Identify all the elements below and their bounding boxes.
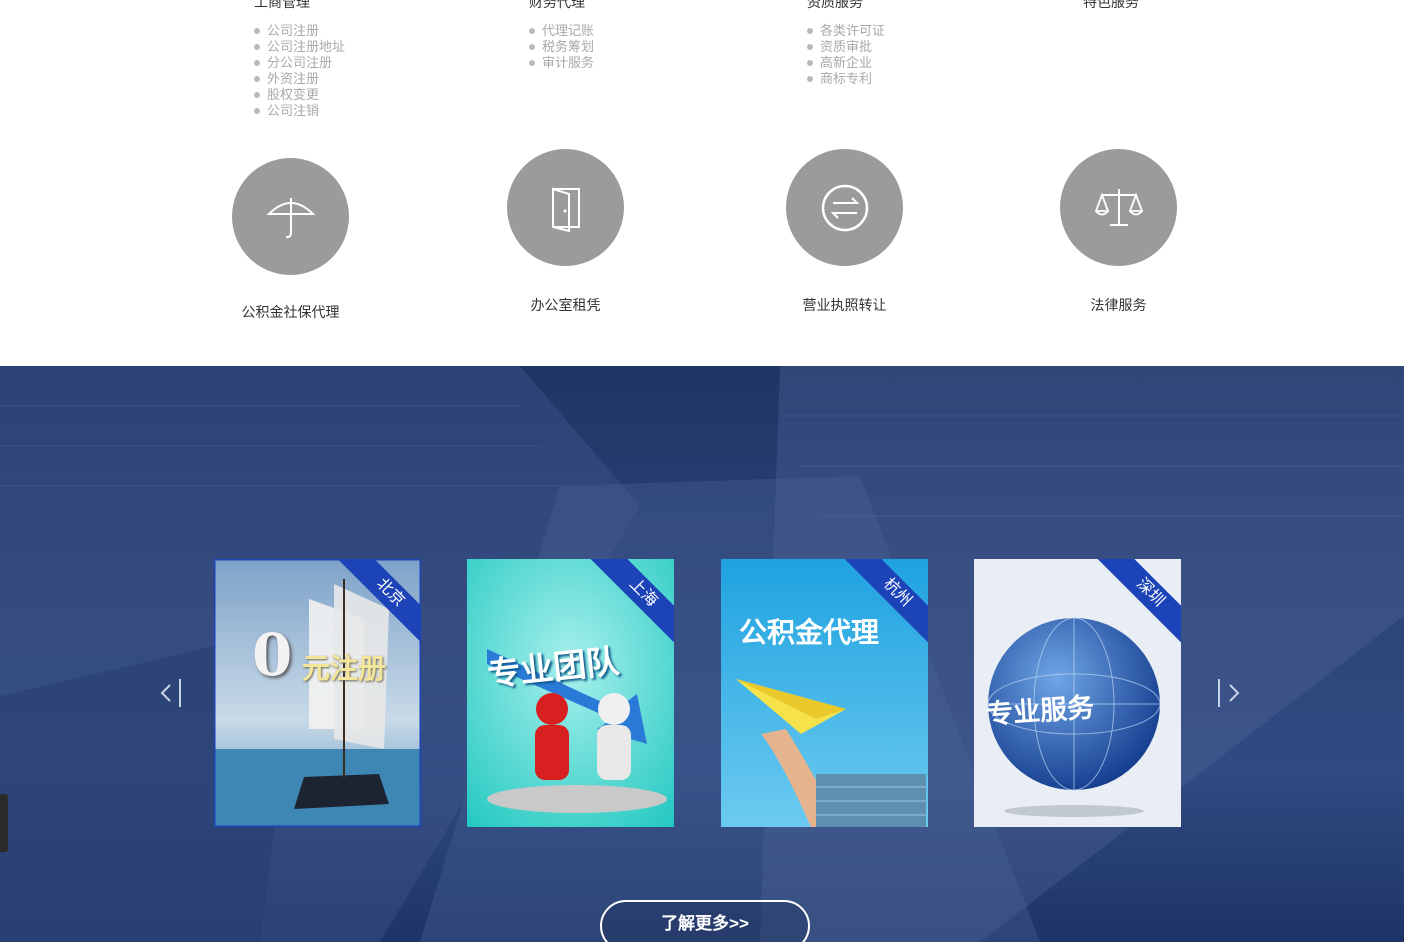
service-circle[interactable]	[786, 149, 903, 266]
card-headline-zero: 0	[252, 621, 293, 689]
city-banner: 0 元注册 北京 专业团队 上海 公积金代理 杭州 专业服务 深圳 了解更多>>	[0, 366, 1404, 942]
service-label[interactable]: 法律服务	[1030, 295, 1207, 315]
list-item[interactable]: 外资注册	[254, 71, 345, 87]
list-item[interactable]: 公司注册	[254, 23, 345, 39]
next-arrow-icon[interactable]	[1216, 675, 1244, 711]
prev-arrow-icon[interactable]	[158, 675, 186, 711]
list-item[interactable]: 税务筹划	[529, 39, 594, 55]
list-item[interactable]: 高新企业	[807, 55, 885, 71]
column-list: 公司注册 公司注册地址 分公司注册 外资注册 股权变更 公司注销	[254, 23, 345, 119]
service-label[interactable]: 营业执照转让	[756, 295, 933, 315]
service-social-insurance[interactable]: 公积金社保代理	[232, 158, 349, 320]
services-section: 工商管理 公司注册 公司注册地址 分公司注册 外资注册 股权变更 公司注销 财务…	[0, 0, 1404, 366]
exchange-arrows-icon	[821, 184, 868, 231]
service-circle[interactable]	[232, 158, 349, 275]
list-item[interactable]: 代理记账	[529, 23, 594, 39]
service-license-transfer[interactable]: 营业执照转让	[786, 149, 903, 313]
list-item[interactable]: 各类许可证	[807, 23, 885, 39]
card-headline: 公积金代理	[739, 616, 880, 649]
service-legal[interactable]: 法律服务	[1060, 149, 1177, 313]
city-card-hangzhou[interactable]: 公积金代理 杭州	[721, 559, 928, 827]
service-circle[interactable]	[1060, 149, 1177, 266]
side-float-widget[interactable]	[0, 794, 8, 852]
list-item[interactable]: 分公司注册	[254, 55, 345, 71]
list-item[interactable]: 股权变更	[254, 87, 345, 103]
list-item[interactable]: 公司注册地址	[254, 39, 345, 55]
list-item[interactable]: 资质审批	[807, 39, 885, 55]
learn-more-button[interactable]: 了解更多>>	[600, 900, 810, 942]
list-item[interactable]: 公司注销	[254, 103, 345, 119]
list-item[interactable]: 审计服务	[529, 55, 594, 71]
column-title[interactable]: 特色服务	[1083, 0, 1139, 12]
column-list: 代理记账 税务筹划 审计服务	[529, 23, 594, 71]
city-card-beijing[interactable]: 0 元注册 北京	[214, 559, 421, 827]
door-icon	[551, 187, 580, 232]
city-card-shanghai[interactable]: 专业团队 上海	[467, 559, 674, 827]
column-list: 各类许可证 资质审批 高新企业 商标专利	[807, 23, 885, 87]
city-card-shenzhen[interactable]: 专业服务 深圳	[974, 559, 1181, 827]
service-office-rental[interactable]: 办公室租凭	[507, 149, 624, 313]
umbrella-icon	[266, 197, 315, 238]
column-title[interactable]: 工商管理	[254, 0, 310, 12]
scales-icon	[1094, 188, 1143, 226]
card-headline: 元注册	[302, 652, 387, 685]
service-label[interactable]: 办公室租凭	[477, 295, 654, 315]
background-buildings	[0, 366, 1404, 942]
service-label[interactable]: 公积金社保代理	[202, 302, 379, 322]
column-title[interactable]: 资质服务	[807, 0, 863, 12]
list-item[interactable]: 商标专利	[807, 71, 885, 87]
card-headline: 专业服务	[985, 692, 1096, 731]
service-circle[interactable]	[507, 149, 624, 266]
column-title[interactable]: 财务代理	[529, 0, 585, 12]
